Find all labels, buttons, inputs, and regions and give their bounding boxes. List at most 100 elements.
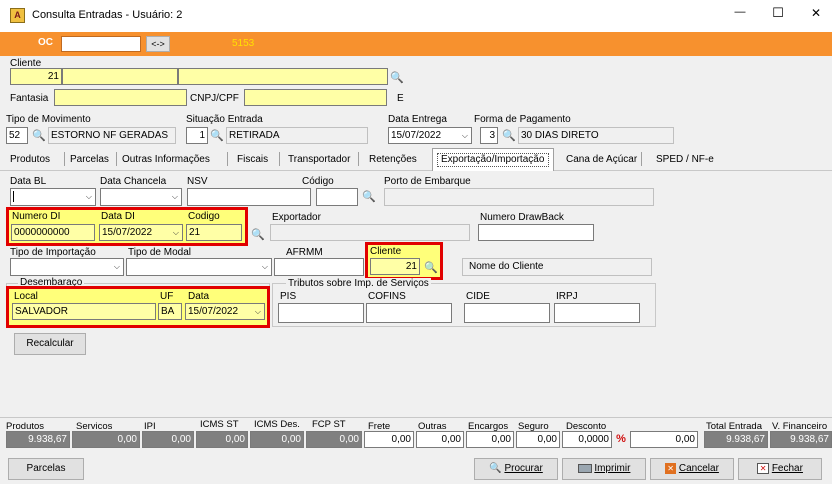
tipo-importacao-select[interactable]: ⌵ bbox=[10, 258, 124, 276]
e-label: E bbox=[397, 93, 404, 104]
total-entrada: 9.938,67 bbox=[704, 431, 768, 448]
close-button[interactable]: ✕ bbox=[806, 6, 826, 20]
uf-label: UF bbox=[160, 291, 174, 302]
oc-input[interactable] bbox=[61, 36, 141, 52]
uf-input[interactable]: BA bbox=[158, 303, 182, 320]
chevron-down-icon[interactable]: ⌵ bbox=[173, 225, 179, 240]
data-di-picker[interactable]: 15/07/2022 ⌵ bbox=[99, 224, 183, 241]
cnpj-input[interactable] bbox=[244, 89, 387, 106]
cide-input[interactable] bbox=[464, 303, 550, 323]
fantasia-input[interactable] bbox=[54, 89, 187, 106]
data-entrega-picker[interactable]: 15/07/2022 ⌵ bbox=[388, 127, 472, 144]
drawback-input[interactable] bbox=[478, 224, 594, 241]
tab-sped-nfe[interactable]: SPED / NF-e bbox=[656, 152, 714, 170]
client-name-extra[interactable] bbox=[178, 68, 388, 85]
desconto-pct-input[interactable]: 0,0000 bbox=[562, 431, 612, 448]
client-code-input[interactable]: 21 bbox=[10, 68, 62, 85]
codigo-input[interactable] bbox=[316, 188, 358, 206]
cofins-input[interactable] bbox=[366, 303, 452, 323]
chevron-down-icon[interactable]: ⌵ bbox=[462, 128, 468, 143]
chevron-down-icon[interactable]: ⌵ bbox=[86, 189, 92, 204]
procurar-button[interactable]: 🔍 Procurar bbox=[474, 458, 558, 480]
client-search-binoculars-icon[interactable]: 🔍 bbox=[390, 72, 404, 84]
recalcular-button[interactable]: Recalcular bbox=[14, 333, 86, 355]
oc-number: 5153 bbox=[232, 38, 255, 49]
data-chancela-select[interactable]: ⌵ bbox=[100, 188, 182, 206]
codigo-label: Código bbox=[302, 176, 334, 187]
tab-fiscais[interactable]: Fiscais bbox=[237, 152, 268, 170]
data-bl-label: Data BL bbox=[10, 176, 47, 187]
outras-input[interactable]: 0,00 bbox=[416, 431, 464, 448]
desconto-input[interactable]: 0,00 bbox=[630, 431, 698, 448]
chevron-down-icon[interactable]: ⌵ bbox=[262, 259, 268, 274]
tipo-movimento-binoculars-icon[interactable]: 🔍 bbox=[32, 130, 46, 142]
ipi-total: 0,00 bbox=[142, 431, 194, 448]
tab-parcelas[interactable]: Parcelas bbox=[70, 152, 109, 170]
situacao-binoculars-icon[interactable]: 🔍 bbox=[210, 130, 224, 142]
window-title: Consulta Entradas - Usuário: 2 bbox=[32, 9, 183, 21]
tab-separator bbox=[64, 152, 65, 166]
cancelar-label: Cancelar bbox=[678, 463, 719, 474]
tab-transportador[interactable]: Transportador bbox=[288, 152, 350, 170]
situacao-desc: RETIRADA bbox=[226, 127, 368, 144]
tab-cana-de-acucar[interactable]: Cana de Açúcar bbox=[566, 152, 637, 170]
binoculars-icon: 🔍 bbox=[489, 463, 502, 474]
local-label: Local bbox=[14, 291, 38, 302]
tab-outras-informacoes[interactable]: Outras Informações bbox=[122, 152, 210, 170]
forma-pagamento-desc: 30 DIAS DIRETO bbox=[518, 127, 674, 144]
situacao-code[interactable]: 1 bbox=[186, 127, 208, 144]
forma-pagamento-binoculars-icon[interactable]: 🔍 bbox=[502, 130, 516, 142]
seguro-input[interactable]: 0,00 bbox=[516, 431, 560, 448]
cancelar-button[interactable]: ✕ Cancelar bbox=[650, 458, 734, 480]
cnpj-label: CNPJ/CPF bbox=[190, 93, 239, 104]
frete-input[interactable]: 0,00 bbox=[364, 431, 414, 448]
cide-label: CIDE bbox=[466, 291, 490, 302]
tab-separator bbox=[279, 152, 280, 166]
nsv-input[interactable] bbox=[187, 188, 311, 206]
percent-toggle-icon[interactable]: % bbox=[614, 431, 628, 448]
minimize-button[interactable]: — bbox=[730, 6, 750, 18]
maximize-button[interactable]: ☐ bbox=[768, 5, 788, 21]
imprimir-label: Imprimir bbox=[594, 463, 631, 474]
chevron-down-icon[interactable]: ⌵ bbox=[172, 189, 178, 204]
v-financeiro: 9.938,67 bbox=[770, 431, 832, 448]
data-desembaraco-picker[interactable]: 15/07/2022 ⌵ bbox=[185, 303, 265, 320]
exportador-binoculars-icon[interactable]: 🔍 bbox=[251, 229, 265, 241]
fechar-label: Fechar bbox=[771, 463, 803, 474]
produtos-total: 9.938,67 bbox=[6, 431, 70, 448]
forma-pagamento-code[interactable]: 3 bbox=[480, 127, 498, 144]
chevron-down-icon[interactable]: ⌵ bbox=[255, 304, 261, 319]
chevron-down-icon[interactable]: ⌵ bbox=[114, 259, 120, 274]
data-bl-select[interactable]: ⌵ bbox=[10, 188, 96, 206]
tipo-movimento-desc: ESTORNO NF GERADAS bbox=[48, 127, 176, 144]
pis-input[interactable] bbox=[278, 303, 364, 323]
totals-divider bbox=[0, 417, 832, 418]
tab-retencoes[interactable]: Retenções bbox=[369, 152, 417, 170]
local-input[interactable]: SALVADOR bbox=[12, 303, 156, 320]
irpj-input[interactable] bbox=[554, 303, 640, 323]
data-di-value: 15/07/2022 bbox=[102, 227, 153, 238]
afrmm-input[interactable] bbox=[274, 258, 364, 276]
porto-binoculars-icon[interactable]: 🔍 bbox=[362, 191, 376, 203]
tab-separator bbox=[116, 152, 117, 166]
encargos-input[interactable]: 0,00 bbox=[466, 431, 514, 448]
oc-swap-button[interactable]: <-> bbox=[146, 36, 170, 52]
codigo2-input[interactable]: 21 bbox=[186, 224, 242, 241]
client-name-input[interactable] bbox=[62, 68, 178, 85]
numero-di-input[interactable]: 0000000000 bbox=[11, 224, 95, 241]
fechar-button[interactable]: ✕ Fechar bbox=[738, 458, 822, 480]
tab-exportacao-importacao[interactable]: Exportação/Importação bbox=[432, 148, 554, 171]
icms-st-total: 0,00 bbox=[196, 431, 248, 448]
tipo-modal-select[interactable]: ⌵ bbox=[126, 258, 272, 276]
porto-embarque-label: Porto de Embarque bbox=[384, 176, 471, 187]
nsv-label: NSV bbox=[187, 176, 208, 187]
imprimir-button[interactable]: Imprimir bbox=[562, 458, 646, 480]
data-chancela-label: Data Chancela bbox=[100, 176, 167, 187]
tipo-movimento-code[interactable]: 52 bbox=[6, 127, 28, 144]
parcelas-button[interactable]: Parcelas bbox=[8, 458, 84, 480]
cliente-export-code[interactable]: 21 bbox=[370, 258, 420, 275]
nome-cliente-label: Nome do Cliente bbox=[469, 261, 544, 272]
cliente-export-binoculars-icon[interactable]: 🔍 bbox=[424, 262, 438, 274]
tab-separator bbox=[358, 152, 359, 166]
tab-produtos[interactable]: Produtos bbox=[10, 152, 50, 170]
